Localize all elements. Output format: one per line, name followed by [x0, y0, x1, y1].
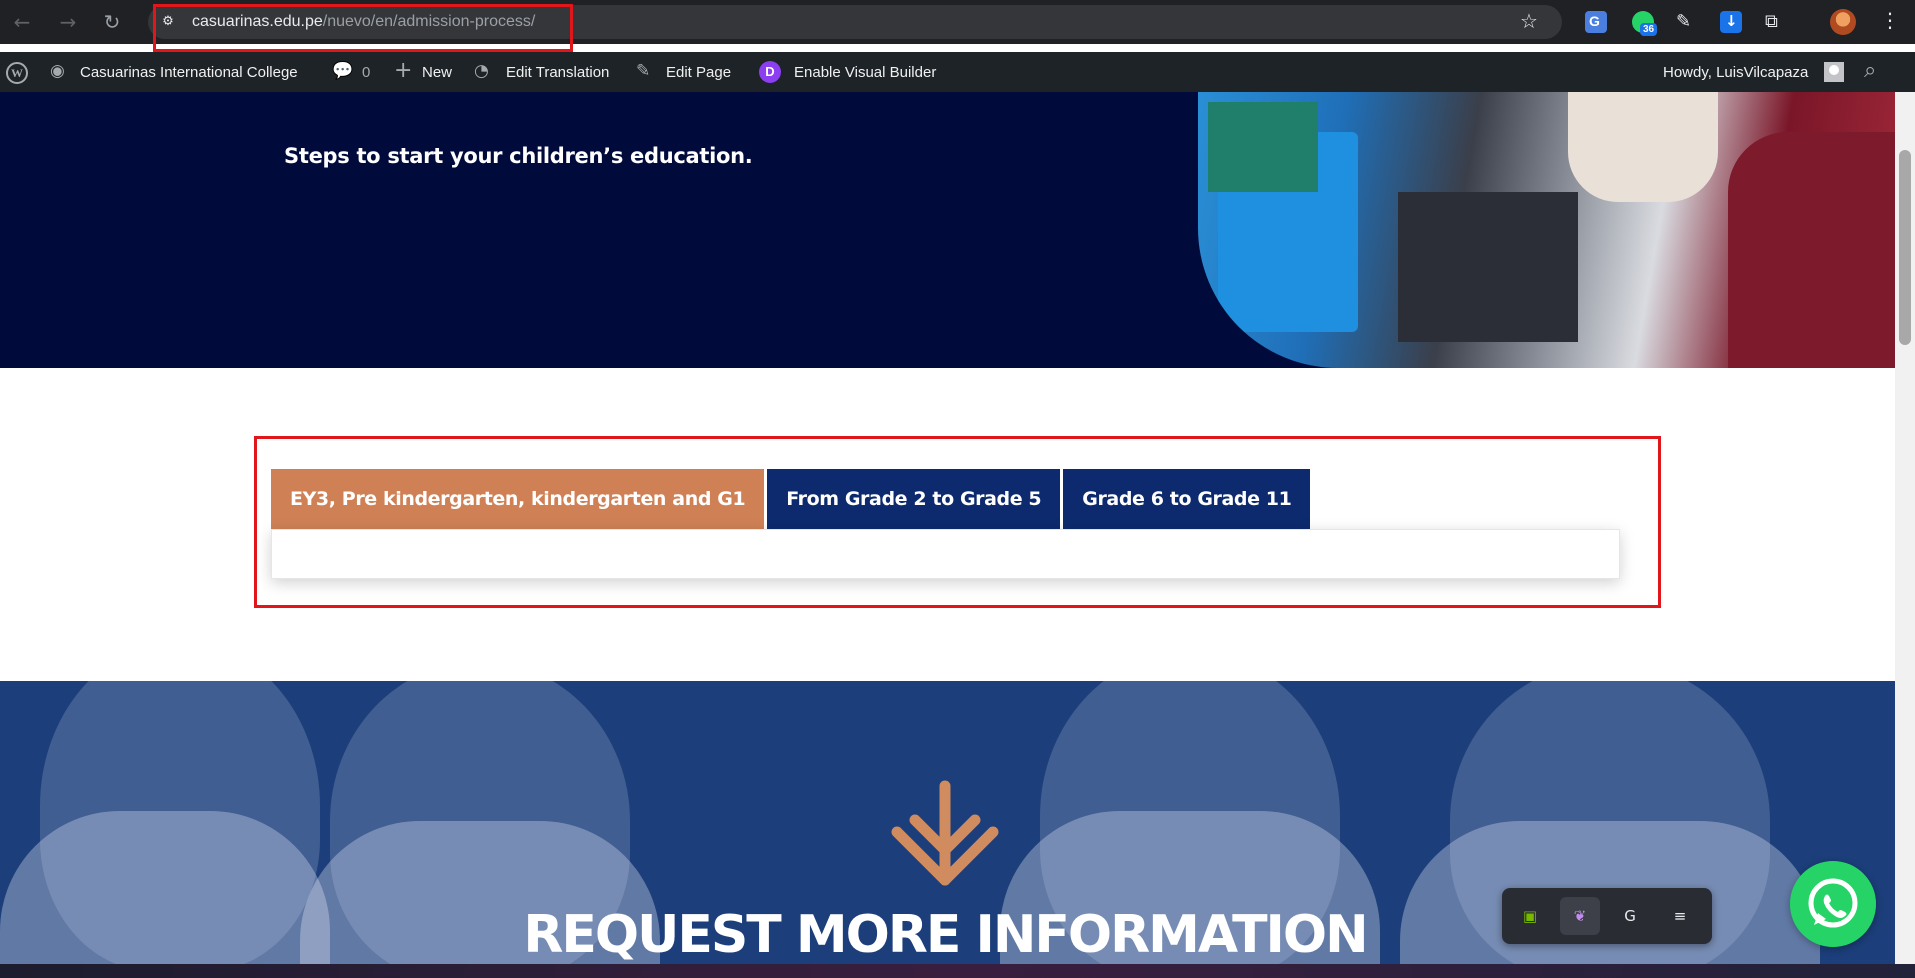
back-icon[interactable]: ← [10, 10, 34, 34]
down-arrow-icon [891, 780, 999, 886]
profile-avatar[interactable] [1830, 9, 1856, 35]
translate-icon[interactable]: ◔ [474, 61, 489, 81]
wp-admin-bar: W ◉ Casuarinas International College 💬 0… [0, 52, 1915, 92]
divi-logo-icon[interactable]: D [759, 61, 781, 83]
scrollbar-thumb[interactable] [1899, 150, 1911, 345]
photo-shape [1568, 92, 1718, 202]
students-3d-printer-photo [1198, 92, 1895, 368]
edit-translation-link[interactable]: Edit Translation [506, 64, 609, 81]
site-name-link[interactable]: Casuarinas International College [80, 64, 298, 81]
pen-extension-icon[interactable]: ✎ [1676, 11, 1698, 33]
floating-tray: ▣ ❦ G ≡ [1502, 888, 1712, 944]
photo-shape [1728, 132, 1895, 368]
os-taskbar [0, 964, 1915, 978]
user-avatar[interactable] [1824, 62, 1844, 82]
tab-grade-6-to-11[interactable]: Grade 6 to Grade 11 [1063, 469, 1311, 529]
g-app-icon[interactable]: G [1610, 897, 1650, 935]
wordpress-logo-icon[interactable]: W [6, 62, 28, 84]
tab-content-panel [271, 529, 1620, 579]
comment-icon[interactable]: 💬 [332, 61, 353, 81]
page-scrollbar[interactable] [1895, 92, 1915, 964]
tab-ey3-to-g1[interactable]: EY3, Pre kindergarten, kindergarten and … [271, 469, 765, 529]
extension-badge: 36 [1640, 23, 1658, 36]
dashboard-icon[interactable]: ◉ [50, 61, 65, 81]
whatsapp-button[interactable] [1790, 861, 1876, 947]
google-translate-extension-icon[interactable] [1585, 11, 1607, 33]
feather-icon[interactable]: ❦ [1560, 897, 1600, 935]
new-link[interactable]: New [422, 64, 452, 81]
url-highlight-box [153, 4, 573, 52]
extensions-puzzle-icon[interactable]: ⧉ [1765, 11, 1787, 33]
photo-shape [1398, 192, 1578, 342]
queue-icon[interactable]: ≡ [1660, 897, 1700, 935]
photo-shape [1208, 102, 1318, 192]
reload-icon[interactable]: ↻ [100, 10, 124, 34]
plus-icon[interactable]: + [394, 58, 412, 83]
comments-count[interactable]: 0 [362, 64, 370, 81]
forward-icon[interactable]: → [56, 10, 80, 34]
hero-section: Steps to start your children’s education… [0, 92, 1895, 368]
howdy-user-link[interactable]: Howdy, LuisVilcapaza [1663, 64, 1808, 81]
enable-visual-builder-link[interactable]: Enable Visual Builder [794, 64, 936, 81]
hero-subtitle: Steps to start your children’s education… [284, 144, 753, 168]
tab-grade-2-to-5[interactable]: From Grade 2 to Grade 5 [767, 469, 1061, 529]
search-icon[interactable]: ⌕ [1864, 58, 1876, 83]
download-extension-icon[interactable] [1720, 11, 1742, 33]
nvidia-icon[interactable]: ▣ [1510, 897, 1550, 935]
grade-tabs: EY3, Pre kindergarten, kindergarten and … [271, 469, 1311, 529]
edit-page-link[interactable]: Edit Page [666, 64, 731, 81]
pencil-icon[interactable]: ✎ [636, 61, 650, 81]
bookmark-star-icon[interactable]: ☆ [1520, 9, 1538, 33]
browser-menu-icon[interactable]: ⋮ [1880, 8, 1900, 32]
